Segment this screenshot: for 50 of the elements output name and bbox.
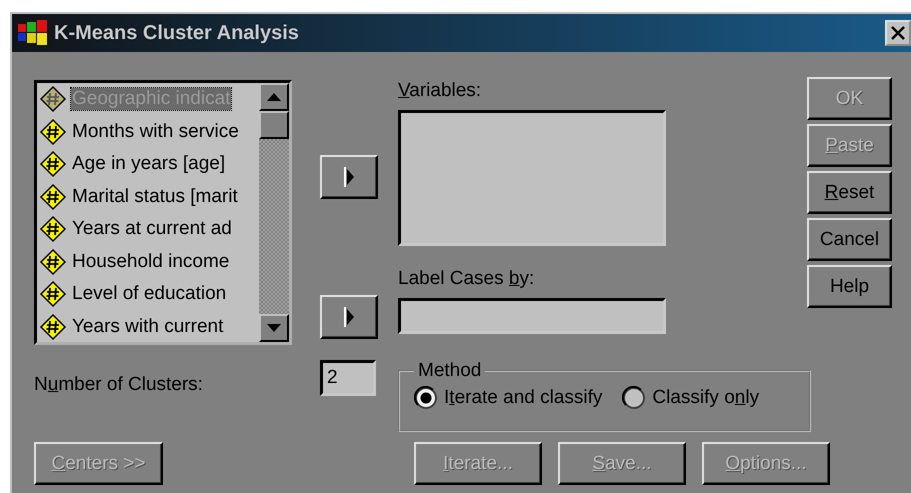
clusters-label: Number of Clusters:	[34, 374, 204, 396]
move-button[interactable]	[320, 295, 378, 339]
variable-item[interactable]: Months with service	[37, 116, 259, 148]
scrollbar[interactable]	[259, 83, 289, 342]
dialog-button[interactable]: Cancel	[807, 218, 892, 261]
scroll-thumb[interactable]	[259, 111, 289, 139]
move-button[interactable]	[320, 155, 378, 199]
variable-name: Marital status [marit	[71, 186, 239, 208]
play-arrow-icon	[344, 166, 354, 188]
variable-item[interactable]: Level of education	[37, 278, 259, 310]
radio-label: Classify only	[652, 387, 760, 409]
numeric-variable-icon	[39, 248, 67, 276]
app-icon	[18, 20, 48, 46]
numeric-variable-icon	[39, 215, 67, 244]
label-cases-field[interactable]	[398, 298, 666, 334]
numeric-variable-icon	[39, 312, 67, 341]
variables-label: Variables:	[398, 80, 482, 102]
variable-item[interactable]: Marital status [marit	[37, 180, 259, 213]
down-arrow-icon	[267, 324, 281, 332]
variable-name: Months with service	[71, 120, 240, 143]
label-cases-label: Label Cases by:	[398, 268, 536, 290]
numeric-variable-icon	[39, 118, 67, 146]
variable-name: Level of education	[71, 283, 228, 306]
up-arrow-icon	[267, 93, 281, 101]
numeric-variable-icon	[39, 85, 67, 114]
window-title: K-Means Cluster Analysis	[54, 22, 299, 44]
variable-name: Age in years [age]	[71, 153, 226, 176]
variables-list[interactable]	[398, 110, 666, 246]
variable-name: Years with current	[71, 316, 224, 338]
close-button[interactable]	[885, 20, 911, 46]
variable-item[interactable]: Household income	[37, 246, 259, 278]
radio-button[interactable]	[414, 386, 438, 410]
clusters-field[interactable]: 2	[320, 360, 376, 396]
radio-label: Iterate and classify	[444, 387, 602, 409]
dialog-button[interactable]: Reset	[807, 171, 892, 214]
variable-item[interactable]: Years at current ad	[37, 213, 259, 246]
play-arrow-icon	[344, 306, 354, 328]
variable-item[interactable]: Years with current	[37, 310, 259, 342]
scroll-up-button[interactable]	[259, 83, 289, 111]
radio-button[interactable]	[622, 386, 646, 410]
variable-name: Years at current ad	[71, 218, 233, 240]
close-icon	[890, 25, 906, 41]
variable-item[interactable]: Age in years [age]	[37, 148, 259, 180]
numeric-variable-icon	[39, 182, 67, 211]
method-legend: Method	[414, 360, 486, 382]
numeric-variable-icon	[39, 150, 67, 178]
numeric-variable-icon	[39, 280, 67, 308]
scroll-down-button[interactable]	[259, 314, 289, 342]
dialog-button[interactable]: Help	[807, 265, 892, 308]
variable-name: Household income	[71, 250, 230, 273]
